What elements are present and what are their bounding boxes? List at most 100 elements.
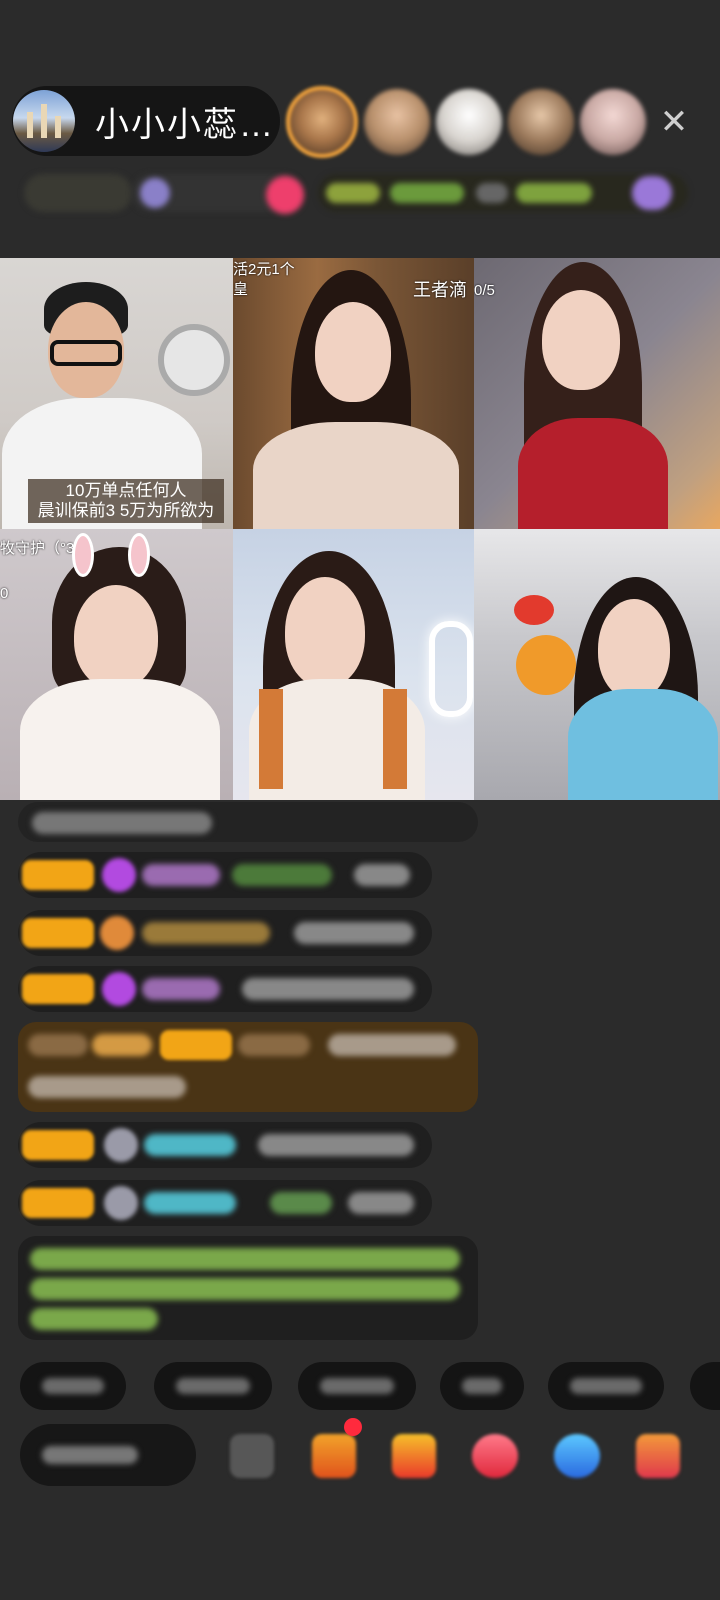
chat-message[interactable]	[18, 1122, 432, 1168]
stream-caption: 10万单点任何人 晨训保前3 5万为所欲为	[28, 479, 224, 523]
stream-tile-2[interactable]: 活2元1个 皇 王者滴	[233, 258, 474, 529]
chat-text-blur	[242, 978, 414, 1000]
viewer-avatar[interactable]	[580, 89, 646, 155]
person-body	[253, 422, 459, 529]
host-info-pill[interactable]: 小小小蕊…	[12, 86, 280, 156]
person-face	[315, 302, 391, 402]
chat-message[interactable]	[18, 910, 432, 956]
info-blur	[632, 176, 672, 210]
viewer-avatar[interactable]	[508, 89, 574, 155]
game-icon[interactable]	[472, 1434, 518, 1478]
fan-decor	[158, 324, 230, 396]
chat-message[interactable]	[18, 966, 432, 1012]
chat-text-blur	[92, 1034, 152, 1056]
chat-text-blur	[28, 1076, 186, 1098]
info-blur	[140, 178, 170, 208]
chip-text-blur	[570, 1378, 642, 1394]
ring-light-icon	[429, 621, 473, 717]
quick-reply-chip[interactable]	[298, 1362, 416, 1410]
chip-text-blur	[42, 1378, 104, 1394]
chat-text-blur	[348, 1192, 414, 1214]
person-body	[568, 689, 718, 800]
person-face	[74, 585, 158, 689]
chat-text-blur	[238, 1034, 310, 1056]
room-info-bar	[0, 170, 720, 216]
chat-message-highlight[interactable]	[18, 1022, 478, 1112]
red-packet-icon[interactable]	[392, 1434, 436, 1478]
gem-icon	[102, 972, 136, 1006]
more-icon[interactable]	[636, 1434, 680, 1478]
chat-text-blur	[354, 864, 410, 886]
person-face	[542, 290, 620, 390]
stream-tile-5[interactable]	[233, 529, 474, 800]
viewer-avatar-list	[286, 84, 646, 160]
info-blur	[24, 174, 132, 212]
close-icon[interactable]: ✕	[652, 100, 696, 144]
quick-reply-chip[interactable]	[20, 1362, 126, 1410]
avatar-icon	[104, 1186, 138, 1220]
flower-cushion-icon	[516, 635, 576, 695]
chat-message[interactable]	[18, 802, 478, 842]
gift-box-icon[interactable]	[312, 1434, 356, 1478]
bunny-ears-icon	[128, 533, 150, 577]
tile-overlay-text: 0/5	[474, 282, 495, 299]
chat-message[interactable]	[18, 1180, 432, 1226]
chat-text-blur	[328, 1034, 456, 1056]
multi-stream-grid: 10万单点任何人 晨训保前3 5万为所欲为 活2元1个 皇 王者滴 0/5 牧守…	[0, 258, 720, 800]
notice-text-blur	[30, 1248, 460, 1270]
quick-reply-chip[interactable]	[548, 1362, 664, 1410]
stream-tile-3[interactable]: 0/5	[474, 258, 720, 529]
stream-tile-4[interactable]: 牧守护（°3°） 0	[0, 529, 233, 800]
level-badge	[22, 974, 94, 1004]
notification-dot	[344, 1418, 362, 1436]
notice-text-blur	[30, 1308, 158, 1330]
level-badge	[22, 918, 94, 948]
tile-overlay-text: 活2元1个	[233, 261, 295, 278]
person-body	[20, 679, 220, 800]
avatar-decor	[41, 104, 47, 138]
level-badge	[22, 1130, 94, 1160]
plush-toy-icon	[514, 595, 554, 625]
stream-tile-6[interactable]	[474, 529, 720, 800]
chat-username-blur	[144, 1192, 236, 1214]
share-icon[interactable]	[554, 1434, 600, 1478]
quick-reply-chip[interactable]	[154, 1362, 272, 1410]
chip-text-blur	[176, 1378, 250, 1394]
chat-username-blur	[28, 1034, 88, 1056]
stream-tile-1[interactable]: 10万单点任何人 晨训保前3 5万为所欲为	[0, 258, 233, 529]
chat-text-blur	[294, 922, 414, 944]
quick-reply-chip[interactable]	[440, 1362, 524, 1410]
viewer-avatar[interactable]	[364, 89, 430, 155]
chat-text-blur	[232, 864, 332, 886]
chip-text-blur	[462, 1378, 502, 1394]
chat-username-blur	[142, 864, 220, 886]
chip-text-blur	[320, 1378, 394, 1394]
quick-reply-chip[interactable]	[690, 1362, 720, 1410]
level-badge	[160, 1030, 232, 1060]
host-avatar[interactable]	[13, 90, 75, 152]
gem-icon	[102, 858, 136, 892]
info-blur	[326, 183, 380, 203]
host-name: 小小小蕊…	[95, 105, 275, 144]
person-body-stripe	[259, 689, 283, 789]
caption-line: 10万单点任何人	[65, 481, 187, 500]
emoji-icon[interactable]	[230, 1434, 274, 1478]
comment-input[interactable]	[20, 1424, 196, 1486]
tile-overlay-text: 皇	[233, 281, 249, 298]
info-blur	[266, 176, 304, 214]
fan-badge-icon	[100, 916, 134, 950]
tile-overlay-text: 0	[0, 585, 9, 602]
avatar-decor	[27, 112, 33, 138]
caption-line: 晨训保前3 5万为所欲为	[37, 501, 215, 520]
chat-message[interactable]	[18, 852, 432, 898]
avatar-decor	[55, 116, 61, 138]
level-badge	[22, 860, 94, 890]
tile-overlay-text: 王者滴	[413, 280, 467, 300]
person-body	[518, 418, 668, 529]
viewer-avatar[interactable]	[436, 89, 502, 155]
chat-text-blur	[32, 812, 212, 834]
viewer-avatar[interactable]	[286, 86, 358, 158]
chat-username-blur	[144, 1134, 236, 1156]
notice-text-blur	[30, 1278, 460, 1300]
bunny-ears-icon	[72, 533, 94, 577]
